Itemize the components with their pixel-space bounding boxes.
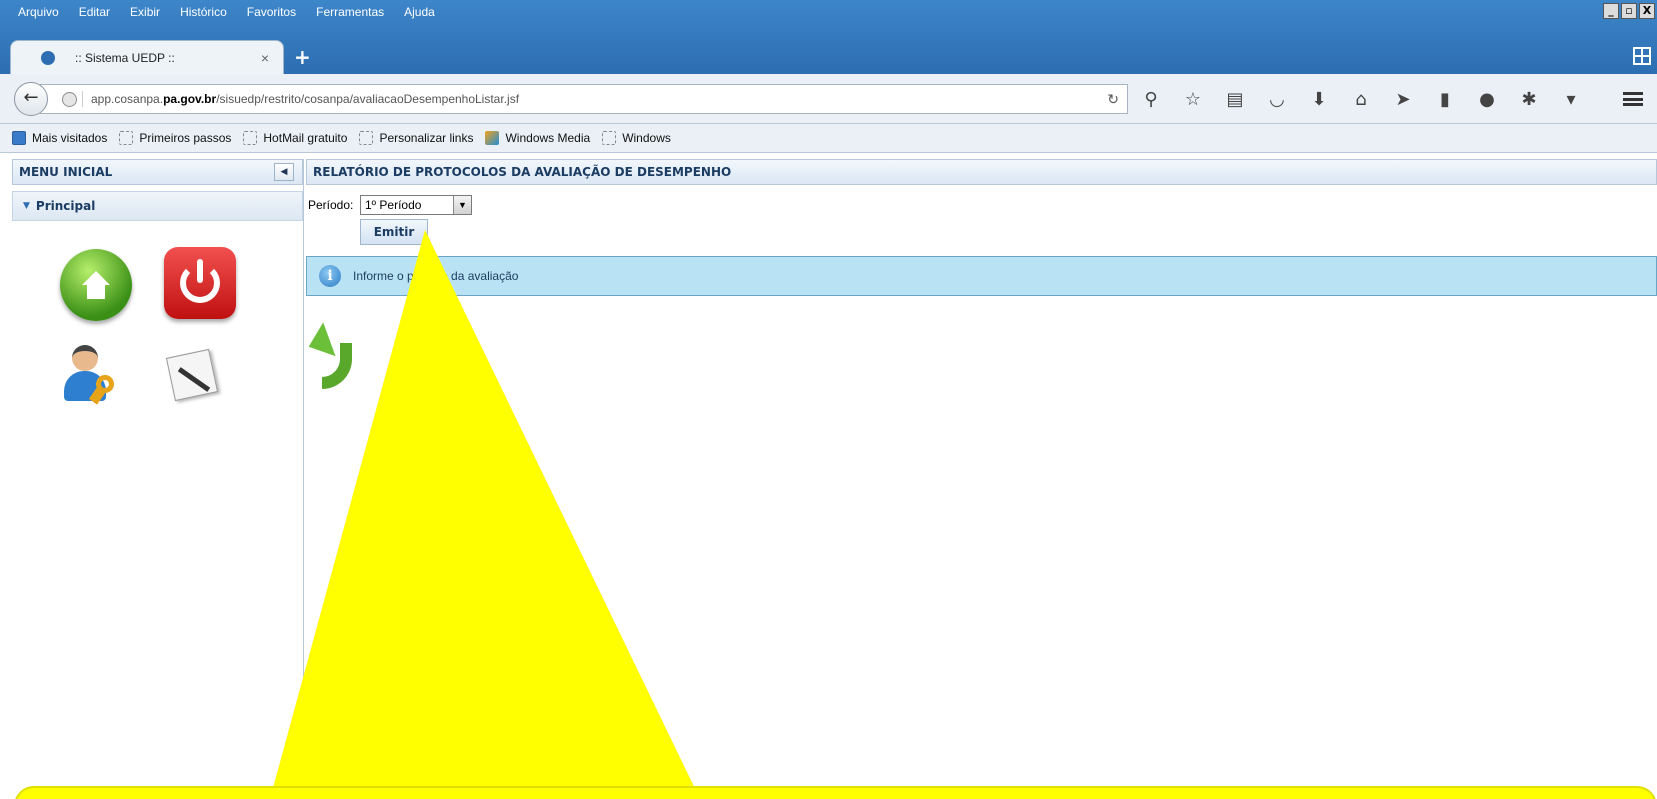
url-domain: pa.gov.br — [163, 92, 217, 106]
chat-icon[interactable]: ● — [1476, 88, 1498, 110]
menu-historico[interactable]: Histórico — [180, 5, 227, 19]
window-controls: _ ▫ X — [1601, 3, 1655, 19]
bookmark-label: HotMail gratuito — [263, 131, 348, 145]
bookmark-label: Primeiros passos — [139, 131, 232, 145]
bookmark-personalizar[interactable]: Personalizar links — [359, 131, 473, 145]
url-bar[interactable]: app.cosanpa. pa.gov.br /sisuedp/restrito… — [40, 84, 1128, 114]
main-panel: RELATÓRIO DE PROTOCOLOS DA AVALIAÇÃO DE … — [302, 153, 1657, 799]
info-icon: i — [319, 265, 341, 287]
user-key-icon[interactable] — [62, 345, 126, 409]
send-icon[interactable]: ➤ — [1392, 88, 1414, 110]
menu-ajuda[interactable]: Ajuda — [404, 5, 435, 19]
close-window-button[interactable]: X — [1639, 3, 1655, 19]
emitir-button[interactable]: Emitir — [360, 219, 428, 245]
bookmark-hotmail[interactable]: HotMail gratuito — [243, 131, 347, 145]
tab-sistema-uedp[interactable]: :: Sistema UEDP :: × — [10, 40, 284, 74]
url-separator — [82, 91, 83, 107]
key-ring-shape — [96, 375, 114, 393]
collapse-sidebar-button[interactable]: ◀ — [274, 163, 294, 181]
tab-close-icon[interactable]: × — [261, 50, 269, 66]
hamburger-menu-icon[interactable] — [1623, 92, 1643, 106]
reload-icon[interactable]: ↻ — [1107, 91, 1119, 108]
panel-principal[interactable]: ▼ Principal — [12, 191, 303, 221]
sidebar: MENU INICIAL ◀ ▼ Principal — [12, 159, 304, 799]
callout-box — [14, 786, 1657, 799]
browser-chrome: Arquivo Editar Exibir Histórico Favorito… — [0, 0, 1657, 153]
info-message-text: Informe o período da avaliação — [353, 269, 519, 283]
sidebar-header: MENU INICIAL ◀ — [12, 159, 303, 185]
url-path: /sisuedp/restrito/cosanpa/avaliacaoDesem… — [216, 92, 520, 106]
user-head-shape — [72, 345, 98, 371]
menu-bar: Arquivo Editar Exibir Histórico Favorito… — [0, 0, 1657, 24]
url-prefix: app.cosanpa. — [91, 92, 164, 106]
back-button[interactable]: ← — [14, 82, 48, 116]
panel-title: Principal — [35, 199, 96, 213]
bookmark-star-icon[interactable]: ☆ — [1182, 88, 1204, 110]
toolbar-icons: ⚲ ☆ ▤ ◡ ⬇ ⌂ ➤ ▮ ● ✱ ▾ — [1140, 88, 1582, 110]
bookmarks-bar: Mais visitados Primeiros passos HotMail … — [0, 124, 1657, 153]
dropdown-icon[interactable]: ▾ — [1560, 88, 1582, 110]
page-content: MENU INICIAL ◀ ▼ Principal RELATÓRIO DE … — [0, 153, 1657, 799]
search-icon[interactable]: ⚲ — [1140, 88, 1162, 110]
reading-list-icon[interactable]: ▤ — [1224, 88, 1246, 110]
bookmark-windows[interactable]: Windows — [602, 131, 671, 145]
page-icon — [243, 131, 258, 145]
tab-groups-icon[interactable] — [1633, 47, 1651, 65]
bookmark-mais-visitados[interactable]: Mais visitados — [12, 131, 107, 145]
bookmark-label: Windows Media — [505, 131, 591, 145]
favicon-icon — [41, 51, 55, 65]
navigation-bar: app.cosanpa. pa.gov.br /sisuedp/restrito… — [0, 74, 1657, 124]
menu-arquivo[interactable]: Arquivo — [18, 5, 59, 19]
menu-editar[interactable]: Editar — [79, 5, 110, 19]
periodo-select[interactable]: 1º Período ▼ — [360, 195, 472, 215]
chevron-down-icon[interactable]: ▼ — [453, 196, 471, 214]
restore-button[interactable]: ▫ — [1621, 3, 1637, 19]
page-icon — [359, 131, 374, 145]
chevron-down-icon: ▼ — [23, 201, 30, 211]
bookmark-label: Personalizar links — [379, 131, 474, 145]
page-title: RELATÓRIO DE PROTOCOLOS DA AVALIAÇÃO DE … — [306, 159, 1657, 185]
bookmark-label: Windows — [622, 131, 671, 145]
info-message: i Informe o período da avaliação — [306, 256, 1657, 296]
bookmark-label: Mais visitados — [32, 131, 108, 145]
menu-ferramentas[interactable]: Ferramentas — [316, 5, 384, 19]
globe-icon — [62, 92, 77, 107]
arrow-head-shape — [302, 322, 336, 364]
menu-favoritos[interactable]: Favoritos — [247, 5, 296, 19]
page-icon — [119, 131, 134, 145]
home-icon[interactable] — [60, 249, 132, 321]
download-icon[interactable]: ⬇ — [1308, 88, 1330, 110]
bookmark-primeiros-passos[interactable]: Primeiros passos — [119, 131, 231, 145]
new-tab-icon[interactable]: + — [294, 45, 311, 69]
home-button-icon[interactable]: ⌂ — [1350, 88, 1372, 110]
return-arrow-icon[interactable] — [302, 322, 368, 395]
windows-media-icon — [485, 131, 500, 145]
page-icon — [602, 131, 617, 145]
search-bookmark-icon — [12, 131, 26, 145]
checklist-icon[interactable] — [162, 347, 222, 403]
bookmark-windows-media[interactable]: Windows Media — [485, 131, 590, 145]
menu-exibir[interactable]: Exibir — [130, 5, 160, 19]
tab-strip: :: Sistema UEDP :: × + — [0, 40, 1657, 74]
bookmark-folder-icon[interactable]: ▮ — [1434, 88, 1456, 110]
power-icon[interactable] — [164, 247, 236, 319]
back-arrow-icon: ← — [23, 87, 39, 108]
minimize-button[interactable]: _ — [1603, 3, 1619, 19]
periodo-label: Período: — [308, 198, 354, 212]
tab-title: :: Sistema UEDP :: — [75, 50, 175, 65]
extension-icon[interactable]: ✱ — [1518, 88, 1540, 110]
pocket-icon[interactable]: ◡ — [1266, 88, 1288, 110]
sidebar-title: MENU INICIAL — [19, 165, 113, 179]
periodo-selected-value: 1º Período — [365, 198, 422, 212]
